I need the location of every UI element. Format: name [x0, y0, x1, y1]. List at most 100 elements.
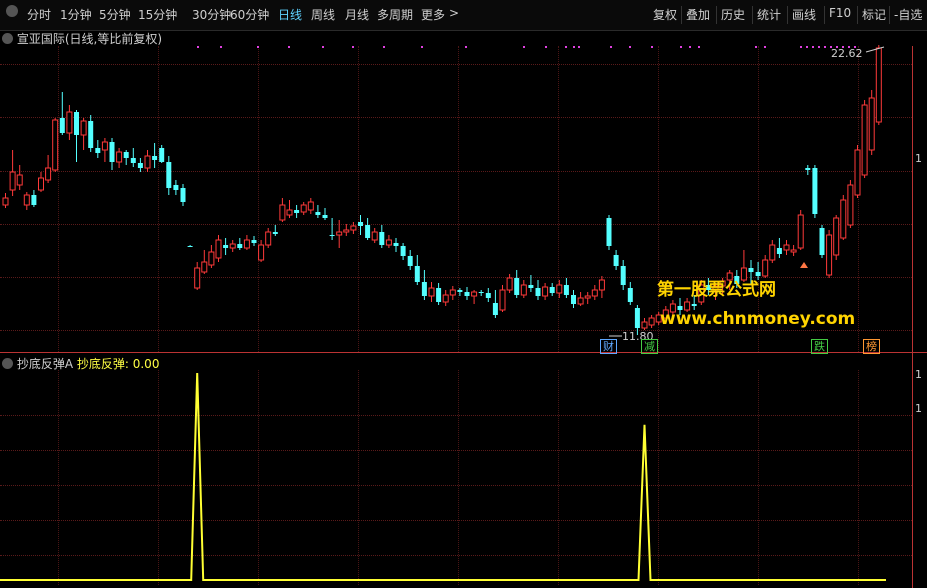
candle-body[interactable]	[144, 155, 151, 169]
candle-body[interactable]	[520, 284, 527, 296]
candle-body[interactable]	[407, 256, 413, 266]
candle-body[interactable]	[201, 261, 208, 273]
candle-body[interactable]	[506, 277, 513, 291]
candle-body[interactable]	[790, 249, 797, 253]
candle-body[interactable]	[300, 204, 307, 213]
candle-body[interactable]	[805, 168, 811, 170]
candle-body[interactable]	[74, 112, 79, 135]
candle-body[interactable]	[875, 47, 882, 123]
candle-body[interactable]	[194, 267, 201, 289]
candle-body[interactable]	[577, 297, 584, 305]
candle-body[interactable]	[173, 185, 179, 190]
candle-body[interactable]	[187, 246, 193, 247]
candle-body[interactable]	[414, 266, 420, 282]
candle-body[interactable]	[116, 151, 123, 163]
candle-body[interactable]	[379, 232, 385, 245]
candle-body[interactable]	[492, 303, 498, 315]
candle-body[interactable]	[528, 285, 534, 288]
candle-body[interactable]	[776, 248, 782, 254]
candle-body[interactable]	[286, 209, 293, 216]
candle-body[interactable]	[159, 148, 165, 162]
event-badge[interactable]: 榜	[863, 339, 880, 354]
candle-body[interactable]	[229, 243, 236, 249]
candle-body[interactable]	[237, 244, 243, 248]
candle-body[interactable]	[535, 288, 541, 296]
candle-body[interactable]	[80, 120, 87, 136]
candle-body[interactable]	[294, 210, 300, 213]
candle-body[interactable]	[180, 188, 186, 202]
candle-body[interactable]	[499, 289, 506, 311]
candle-body[interactable]	[833, 217, 840, 256]
candle-body[interactable]	[449, 289, 456, 296]
candle-body[interactable]	[358, 222, 363, 226]
candle-body[interactable]	[514, 278, 520, 295]
candle-body[interactable]	[223, 245, 229, 248]
candle-body[interactable]	[371, 231, 378, 241]
candle-body[interactable]	[571, 295, 576, 304]
candle-body[interactable]	[31, 195, 37, 205]
event-badge[interactable]: 减	[641, 339, 658, 354]
candle-body[interactable]	[584, 295, 591, 299]
candle-body[interactable]	[868, 97, 875, 151]
candle-body[interactable]	[457, 290, 463, 292]
candle-body[interactable]	[279, 204, 286, 221]
candle-body[interactable]	[854, 149, 861, 196]
candle-body[interactable]	[762, 259, 769, 277]
candle-body[interactable]	[797, 214, 804, 249]
candle-body[interactable]	[556, 284, 563, 294]
candle-body[interactable]	[109, 142, 115, 162]
candle-body[interactable]	[634, 308, 640, 328]
candle-body[interactable]	[152, 156, 158, 160]
candle-body[interactable]	[428, 287, 435, 297]
candle-body[interactable]	[442, 294, 449, 303]
settings-circle-icon[interactable]	[2, 358, 13, 369]
candle-body[interactable]	[59, 118, 65, 133]
candle-body[interactable]	[343, 229, 350, 233]
candle-body[interactable]	[336, 231, 343, 236]
candle-body[interactable]	[826, 234, 833, 276]
candle-body[interactable]	[265, 231, 272, 246]
candle-body[interactable]	[307, 201, 314, 211]
candle-body[interactable]	[549, 287, 555, 293]
candle-body[interactable]	[329, 235, 335, 236]
candle-body[interactable]	[166, 162, 172, 188]
candle-body[interactable]	[471, 291, 478, 297]
candle-body[interactable]	[847, 184, 854, 226]
candle-body[interactable]	[101, 141, 108, 151]
candle-body[interactable]	[606, 218, 612, 246]
candle-body[interactable]	[464, 292, 470, 296]
candle-body[interactable]	[861, 104, 868, 176]
candle-body[interactable]	[819, 228, 825, 255]
candle-body[interactable]	[23, 194, 30, 206]
candle-body[interactable]	[95, 148, 101, 153]
candle-body[interactable]	[130, 158, 136, 163]
candle-body[interactable]	[385, 239, 392, 246]
candle-body[interactable]	[16, 174, 23, 186]
candle-body[interactable]	[783, 244, 790, 251]
candle-body[interactable]	[258, 244, 265, 261]
candle-body[interactable]	[208, 251, 215, 266]
candle-body[interactable]	[66, 111, 73, 134]
candle-body[interactable]	[322, 215, 328, 218]
candle-body[interactable]	[251, 240, 257, 243]
candle-body[interactable]	[641, 321, 648, 329]
candle-body[interactable]	[45, 167, 52, 181]
candle-body[interactable]	[421, 282, 427, 296]
candle-body[interactable]	[215, 239, 222, 259]
candle-body[interactable]	[620, 266, 626, 285]
candle-body[interactable]	[691, 304, 697, 306]
candle-body[interactable]	[748, 268, 754, 272]
candle-body[interactable]	[478, 292, 484, 293]
candle-body[interactable]	[648, 317, 655, 326]
candle-body[interactable]	[88, 121, 94, 148]
candle-body[interactable]	[598, 279, 605, 291]
candle-body[interactable]	[812, 168, 818, 214]
candle-body[interactable]	[436, 288, 442, 302]
candle-body[interactable]	[137, 163, 143, 168]
candle-body[interactable]	[315, 212, 321, 215]
candle-body[interactable]	[9, 171, 16, 191]
candle-body[interactable]	[52, 119, 59, 171]
candle-body[interactable]	[613, 255, 619, 266]
candle-body[interactable]	[769, 244, 776, 261]
candle-body[interactable]	[243, 239, 250, 249]
